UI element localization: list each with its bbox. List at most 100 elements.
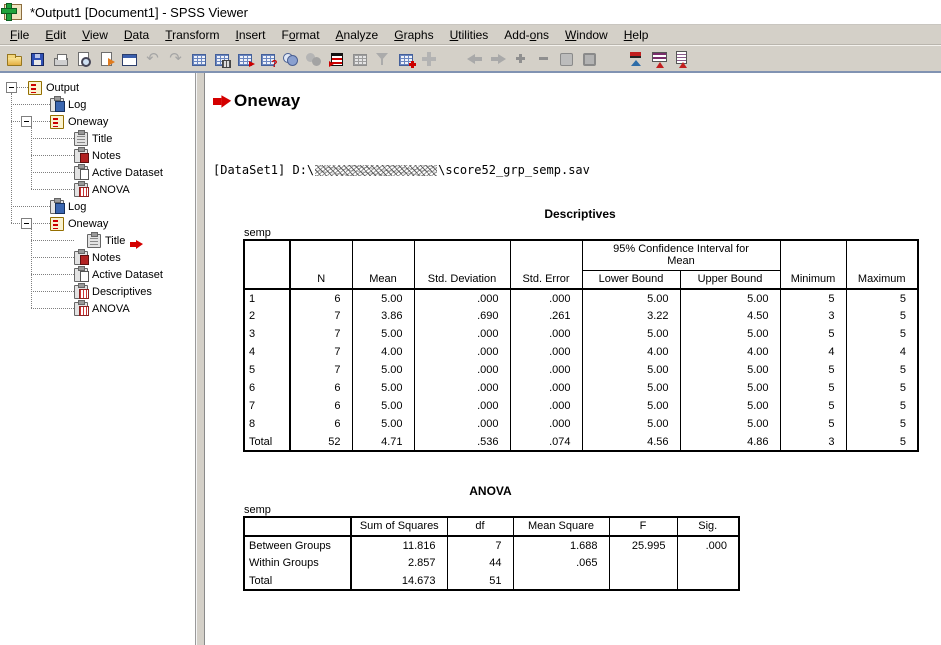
menu-item[interactable]: Insert xyxy=(227,26,273,44)
menu-item[interactable]: Graphs xyxy=(386,26,441,44)
column-header: Std. Error xyxy=(510,240,582,289)
tree-item-label: Active Dataset xyxy=(88,269,163,281)
tree-item[interactable]: Descriptives xyxy=(0,283,195,300)
tree-item-icon xyxy=(28,81,42,95)
menu-item[interactable]: Transform xyxy=(157,26,227,44)
hide-output-button[interactable] xyxy=(578,48,601,70)
move-resize-button[interactable] xyxy=(417,48,440,70)
tree-item-icon xyxy=(50,98,64,112)
tree-item[interactable]: Title xyxy=(0,130,195,147)
table-row: 6 6 5.00 .000 .000 5.00 5.00 5 5 xyxy=(244,379,918,397)
selection-arrow-icon xyxy=(130,240,143,249)
tree-item[interactable]: Log xyxy=(0,198,195,215)
tree-item-icon xyxy=(74,268,88,282)
filter-button[interactable] xyxy=(371,48,394,70)
variables-button[interactable] xyxy=(233,48,256,70)
heading-text: Oneway xyxy=(234,91,300,111)
column-header: Std. Deviation xyxy=(414,240,510,289)
edit-pivot-table-button[interactable] xyxy=(348,48,371,70)
row-label: 4 xyxy=(244,343,290,361)
column-header: Mean xyxy=(352,240,414,289)
ci-span-header: 95% Confidence Interval forMean xyxy=(582,240,780,271)
tree-item[interactable]: ANOVA xyxy=(0,300,195,317)
designate-window-button[interactable] xyxy=(302,48,325,70)
recall-dialog-button[interactable] xyxy=(118,48,141,70)
collapse-expander-icon[interactable] xyxy=(21,218,32,229)
tree-item[interactable]: Output xyxy=(0,79,195,96)
table-row: Within Groups 2.857 44 .065 xyxy=(244,554,739,572)
descriptives-table[interactable]: N Mean Std. Deviation Std. Error 95% Con… xyxy=(243,239,919,452)
zoom-out-button[interactable] xyxy=(532,48,555,70)
menu-item[interactable]: Format xyxy=(274,26,328,44)
tree-item[interactable]: Notes xyxy=(0,249,195,266)
column-header: N xyxy=(290,240,352,289)
column-header: Minimum xyxy=(780,240,846,289)
collapse-expander-icon[interactable] xyxy=(21,116,32,127)
table-row: Total 52 4.71 .536 .074 4.56 4.86 3 5 xyxy=(244,433,918,451)
anova-table[interactable]: Sum of Squares df Mean Square F Sig. Bet… xyxy=(243,516,740,591)
goto-case-button[interactable] xyxy=(210,48,233,70)
menu-item[interactable]: Add-ons xyxy=(496,26,557,44)
undo-button[interactable] xyxy=(141,48,164,70)
zoom-in-button[interactable] xyxy=(509,48,532,70)
dataset-path-prefix: [DataSet1] D:\ xyxy=(213,163,314,177)
print-preview-button[interactable] xyxy=(72,48,95,70)
tree-item-icon xyxy=(74,132,88,146)
tree-item-label: Active Dataset xyxy=(88,167,163,179)
open-file-button[interactable] xyxy=(3,48,26,70)
column-header: Sig. xyxy=(677,517,739,536)
tree-item[interactable]: Active Dataset xyxy=(0,266,195,283)
export-output-button[interactable] xyxy=(95,48,118,70)
menu-item[interactable]: Data xyxy=(116,26,157,44)
tree-item-label: ANOVA xyxy=(88,303,130,315)
menu-item[interactable]: View xyxy=(74,26,116,44)
insert-text-button[interactable] xyxy=(670,48,693,70)
tree-item[interactable]: Oneway xyxy=(0,215,195,232)
save-file-button[interactable] xyxy=(26,48,49,70)
run-script-button[interactable] xyxy=(325,48,348,70)
tree-item-label: Oneway xyxy=(64,116,108,128)
column-header: df xyxy=(447,517,513,536)
outline-pane: Output Log Oneway xyxy=(0,73,196,645)
table-row: Between Groups 11.816 7 1.688 25.995 .00… xyxy=(244,536,739,554)
tree-item[interactable]: Notes xyxy=(0,147,195,164)
select-last-output-button[interactable] xyxy=(279,48,302,70)
toolbar-separator xyxy=(440,48,463,70)
menu-item[interactable]: Edit xyxy=(37,26,74,44)
tree-item[interactable]: Active Dataset xyxy=(0,164,195,181)
column-header: Upper Bound xyxy=(680,271,780,290)
descriptives-corner-label: semp xyxy=(244,227,941,239)
row-label: 6 xyxy=(244,379,290,397)
show-output-button[interactable] xyxy=(555,48,578,70)
pane-splitter[interactable] xyxy=(196,73,205,645)
row-label: 7 xyxy=(244,397,290,415)
previous-output-button[interactable] xyxy=(463,48,486,70)
spss-viewer-app-icon xyxy=(4,4,22,20)
redo-button[interactable] xyxy=(164,48,187,70)
demote-outline-button[interactable] xyxy=(647,48,670,70)
insert-chart-button[interactable] xyxy=(394,48,417,70)
tree-item-label: Notes xyxy=(88,252,121,264)
tree-item[interactable]: Oneway xyxy=(0,113,195,130)
menu-item[interactable]: Help xyxy=(616,26,657,44)
menu-item[interactable]: Analyze xyxy=(328,26,387,44)
tree-item[interactable]: ANOVA xyxy=(0,181,195,198)
descriptives-title: Descriptives xyxy=(243,207,917,221)
row-label: 3 xyxy=(244,325,290,343)
collapse-expander-icon[interactable] xyxy=(6,82,17,93)
column-header: Lower Bound xyxy=(582,271,680,290)
tree-item-label: Log xyxy=(64,99,86,111)
tree-item[interactable]: Log xyxy=(0,96,195,113)
print-button[interactable] xyxy=(49,48,72,70)
next-output-button[interactable] xyxy=(486,48,509,70)
menu-item[interactable]: File xyxy=(2,26,37,44)
use-variable-sets-button[interactable] xyxy=(256,48,279,70)
output-heading: Oneway xyxy=(213,91,941,111)
tree-item-label: ANOVA xyxy=(88,184,130,196)
menu-item[interactable]: Window xyxy=(557,26,616,44)
goto-data-button[interactable] xyxy=(187,48,210,70)
promote-outline-button[interactable] xyxy=(624,48,647,70)
menu-item[interactable]: Utilities xyxy=(442,26,497,44)
table-row: 3 7 5.00 .000 .000 5.00 5.00 5 5 xyxy=(244,325,918,343)
tree-item[interactable]: Title xyxy=(0,232,195,249)
